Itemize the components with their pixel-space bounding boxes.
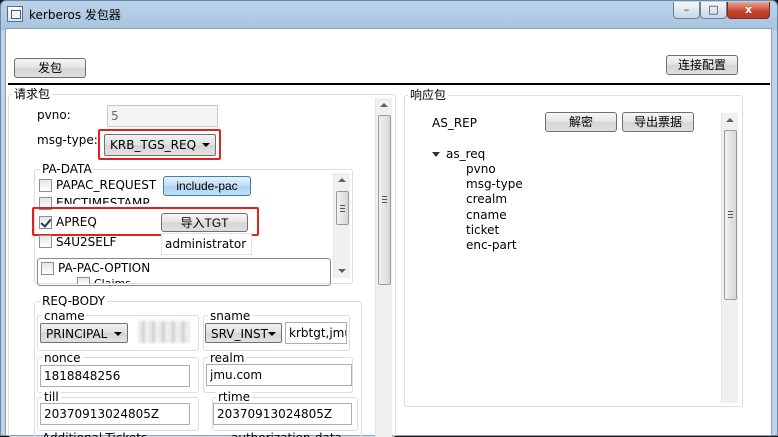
pa-pac-option-checkbox[interactable] bbox=[41, 262, 54, 275]
scroll-up-icon bbox=[338, 178, 346, 182]
decrypt-button[interactable]: 解密 bbox=[545, 112, 617, 132]
user-field[interactable]: administrator bbox=[161, 233, 252, 255]
response-scroll-thumb[interactable] bbox=[724, 130, 737, 300]
chevron-down-icon bbox=[268, 332, 276, 336]
expand-closed-icon[interactable] bbox=[455, 179, 461, 189]
client-area: 发包 连接配置 请求包 pvno: 5 msg-type: KRB_TGS_RE… bbox=[5, 28, 772, 437]
claims-checkbox[interactable] bbox=[77, 277, 90, 284]
close-button[interactable]: x bbox=[727, 2, 770, 19]
s4u2self-label: S4U2SELF bbox=[56, 235, 117, 249]
tree-item-ticket[interactable]: ticket bbox=[466, 223, 499, 238]
cname-value-redacted bbox=[138, 321, 190, 343]
request-group-label: 请求包 bbox=[12, 87, 53, 101]
pa-data-scrollbar[interactable] bbox=[333, 173, 350, 278]
tree-item-cname[interactable]: cname bbox=[466, 208, 507, 223]
cname-type-select[interactable]: PRINCIPAL bbox=[40, 323, 128, 343]
apreq-highlight bbox=[32, 207, 259, 236]
tree-item-enc-part[interactable]: enc-part bbox=[466, 238, 517, 253]
realm-field[interactable]: jmu.com bbox=[206, 364, 352, 386]
response-type-label: AS_REP bbox=[432, 116, 477, 130]
chevron-down-icon bbox=[114, 332, 122, 336]
expand-closed-icon[interactable] bbox=[455, 194, 461, 204]
till-label: till bbox=[42, 390, 61, 404]
send-button[interactable]: 发包 bbox=[14, 58, 86, 78]
pa-data-scroll-thumb[interactable] bbox=[336, 191, 349, 225]
tree-item-msg-type[interactable]: msg-type bbox=[466, 177, 523, 192]
req-body-group-label: REQ-BODY bbox=[40, 294, 107, 308]
till-field[interactable]: 20370913024805Z bbox=[40, 403, 190, 425]
app-icon bbox=[7, 6, 23, 22]
scroll-up-icon bbox=[380, 103, 388, 107]
sname-type-value: SRV_INST bbox=[211, 327, 268, 341]
tree-root-as-req[interactable]: as_req bbox=[446, 147, 485, 162]
papac-request-checkbox[interactable] bbox=[39, 179, 52, 192]
pvno-field[interactable]: 5 bbox=[107, 105, 218, 127]
cname-type-value: PRINCIPAL bbox=[46, 327, 108, 341]
maximize-button[interactable]: □ bbox=[700, 2, 727, 19]
request-scrollbar[interactable] bbox=[375, 98, 392, 437]
nonce-field[interactable]: 1818848256 bbox=[40, 365, 190, 387]
title-bar[interactable]: kerberos 发包器 – □ x bbox=[1, 1, 777, 29]
pa-pac-option-label: PA-PAC-OPTION bbox=[58, 261, 151, 275]
response-group bbox=[404, 95, 743, 407]
expand-closed-icon[interactable] bbox=[455, 225, 461, 235]
pvno-label: pvno: bbox=[37, 108, 71, 122]
sname-type-select[interactable]: SRV_INST bbox=[205, 323, 282, 343]
sname-label: sname bbox=[208, 309, 253, 323]
claims-label: Claims bbox=[94, 276, 131, 283]
include-pac-button[interactable]: include-pac bbox=[163, 176, 251, 196]
pa-data-group-label: PA-DATA bbox=[40, 162, 94, 176]
s4u2self-checkbox[interactable] bbox=[39, 235, 52, 248]
expand-closed-icon[interactable] bbox=[455, 240, 461, 250]
expand-open-icon[interactable] bbox=[432, 152, 440, 157]
rtime-field[interactable]: 20370913024805Z bbox=[213, 403, 352, 425]
window-title: kerberos 发包器 bbox=[29, 8, 121, 22]
realm-label: realm bbox=[208, 351, 247, 365]
cname-label: cname bbox=[42, 309, 87, 323]
scroll-down-icon bbox=[338, 269, 346, 273]
msg-type-label: msg-type: bbox=[37, 133, 98, 147]
response-group-label: 响应包 bbox=[408, 88, 449, 102]
connect-config-button[interactable]: 连接配置 bbox=[666, 55, 738, 75]
toolbar-divider bbox=[8, 83, 770, 85]
enctimestamp-label: ENCTIMESTAMP bbox=[56, 196, 150, 204]
nonce-label: nonce bbox=[42, 351, 83, 365]
rtime-label: rtime bbox=[216, 390, 253, 404]
response-scrollbar[interactable] bbox=[721, 113, 738, 403]
export-ticket-button[interactable]: 导出票据 bbox=[622, 112, 694, 132]
tree-item-pvno[interactable]: pvno bbox=[466, 162, 496, 177]
msg-type-highlight bbox=[98, 129, 221, 160]
expand-closed-icon[interactable] bbox=[455, 210, 461, 220]
scroll-up-icon bbox=[726, 118, 734, 122]
minimize-button[interactable]: – bbox=[673, 2, 700, 19]
sname-field[interactable]: krbtgt,jmu bbox=[285, 322, 347, 344]
expand-closed-icon[interactable] bbox=[455, 164, 461, 174]
request-scroll-thumb[interactable] bbox=[378, 115, 391, 285]
papac-request-label: PAPAC_REQUEST bbox=[56, 178, 157, 192]
tree-item-crealm[interactable]: crealm bbox=[466, 192, 507, 207]
